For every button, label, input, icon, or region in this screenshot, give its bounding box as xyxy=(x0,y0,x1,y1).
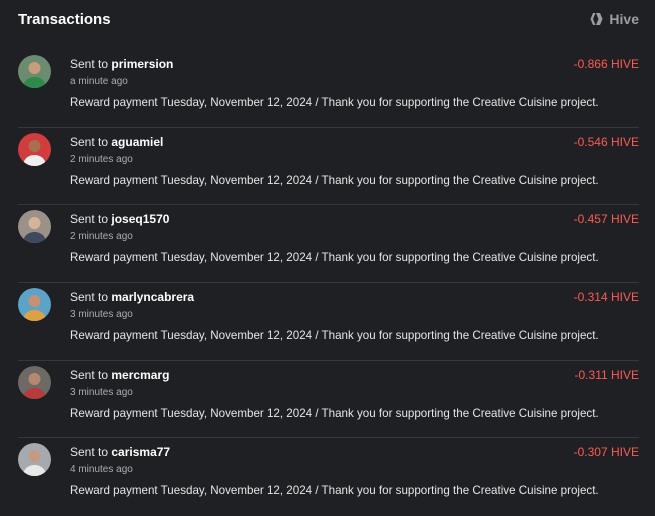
recipient-username[interactable]: aguamiel xyxy=(111,135,163,149)
recipient-username[interactable]: mercmarg xyxy=(111,368,169,382)
transaction-amount: -0.314 HIVE xyxy=(573,290,639,305)
transaction-recipient: Sent to mercmarg xyxy=(70,368,169,382)
transaction-list: Sent to primersion a minute ago -0.866 H… xyxy=(0,50,655,516)
avatar[interactable] xyxy=(18,132,51,166)
transaction-recipient: Sent to primersion xyxy=(70,57,173,71)
transaction-time: 3 minutes ago xyxy=(70,386,133,398)
transaction-amount: -0.866 HIVE xyxy=(573,57,639,71)
transaction-memo: Reward payment Tuesday, November 12, 202… xyxy=(70,329,599,343)
transaction-time: 4 minutes ago xyxy=(70,464,133,476)
transaction-amount: -0.546 HIVE xyxy=(573,134,639,149)
sent-to-label: Sent to xyxy=(70,290,109,305)
transaction-memo: Reward payment Tuesday, November 12, 202… xyxy=(70,406,599,420)
transaction-memo: Reward payment Tuesday, November 12, 202… xyxy=(70,484,599,498)
transaction-recipient: Sent to marlyncabrera xyxy=(70,290,194,304)
transaction-recipient: Sent to aguamiel xyxy=(70,135,163,149)
transaction-time: 2 minutes ago xyxy=(70,231,133,243)
transaction-time: a minute ago xyxy=(70,76,128,87)
avatar[interactable] xyxy=(18,365,51,399)
page-title: Transactions xyxy=(18,11,111,28)
avatar[interactable] xyxy=(18,443,51,477)
transaction-row: Sent to joseq1570 2 minutes ago -0.457 H… xyxy=(18,205,639,284)
transaction-memo: Reward payment Tuesday, November 12, 202… xyxy=(70,251,599,265)
transaction-amount: -0.311 HIVE xyxy=(574,367,639,382)
transactions-header: Transactions Hive xyxy=(0,0,655,40)
sent-to-label: Sent to xyxy=(70,445,109,460)
sent-to-label: Sent to xyxy=(70,134,109,149)
hive-brand-label: Hive xyxy=(609,11,639,27)
avatar[interactable] xyxy=(18,288,51,322)
recipient-username[interactable]: primersion xyxy=(111,57,173,71)
transaction-row: Sent to marlyncabrera 3 minutes ago -0.3… xyxy=(18,283,639,361)
sent-to-label: Sent to xyxy=(70,57,109,71)
transaction-amount: -0.307 HIVE xyxy=(573,445,639,460)
sent-to-label: Sent to xyxy=(70,212,109,227)
transaction-memo: Reward payment Tuesday, November 12, 202… xyxy=(70,173,599,187)
hive-brand[interactable]: Hive xyxy=(589,11,639,27)
transaction-recipient: Sent to carisma77 xyxy=(70,445,170,459)
avatar[interactable] xyxy=(18,210,51,244)
transaction-row: Sent to carisma77 4 minutes ago -0.307 H… xyxy=(18,438,639,516)
transaction-time: 3 minutes ago xyxy=(70,309,133,321)
avatar[interactable] xyxy=(18,55,51,88)
transaction-recipient: Sent to joseq1570 xyxy=(70,212,169,226)
sent-to-label: Sent to xyxy=(70,367,109,382)
transaction-amount: -0.457 HIVE xyxy=(573,212,639,227)
transaction-row: Sent to primersion a minute ago -0.866 H… xyxy=(18,50,639,128)
transaction-row: Sent to mercmarg 3 minutes ago -0.311 HI… xyxy=(18,361,639,439)
transaction-row: Sent to aguamiel 2 minutes ago -0.546 HI… xyxy=(18,128,639,206)
recipient-username[interactable]: joseq1570 xyxy=(111,212,169,226)
transaction-time: 2 minutes ago xyxy=(70,153,133,165)
recipient-username[interactable]: marlyncabrera xyxy=(111,290,194,304)
recipient-username[interactable]: carisma77 xyxy=(111,445,170,459)
transaction-memo: Reward payment Tuesday, November 12, 202… xyxy=(70,96,599,109)
hive-logo-icon xyxy=(589,12,604,26)
